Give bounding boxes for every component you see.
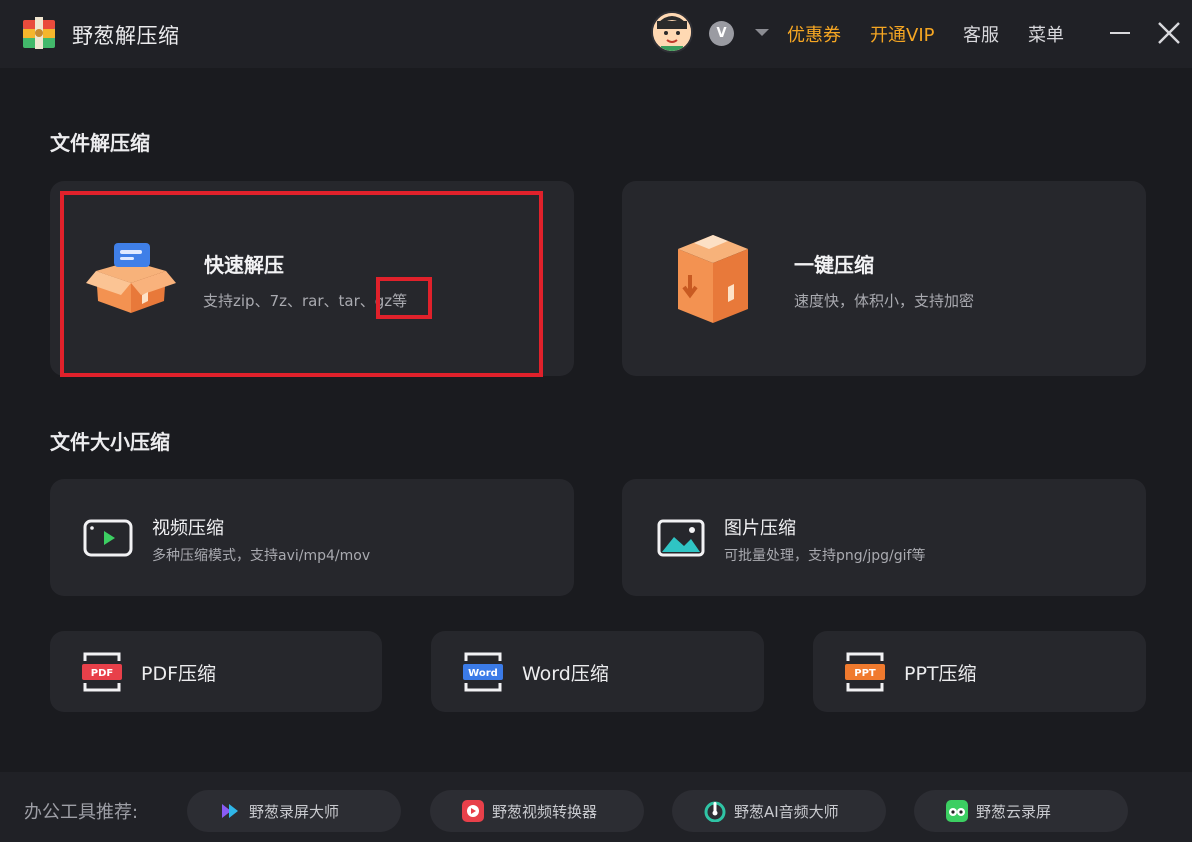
coupon-link[interactable]: 优惠券 — [787, 21, 841, 47]
tool-video-converter[interactable]: 野葱视频转换器 — [430, 790, 644, 832]
one-click-compress-card[interactable]: 一键压缩 速度快，体积小，支持加密 — [622, 181, 1146, 376]
app-title: 野葱解压缩 — [72, 24, 180, 48]
word-compress-title: Word压缩 — [522, 663, 609, 685]
screen-recorder-icon — [222, 804, 238, 818]
vip-level-badge[interactable]: V — [709, 21, 734, 46]
word-icon-text: Word — [468, 668, 498, 679]
pdf-icon-text: PDF — [91, 668, 113, 679]
pdf-compress-card[interactable]: PDF PDF压缩 — [50, 631, 382, 712]
word-compress-card[interactable]: Word Word压缩 — [431, 631, 764, 712]
ppt-compress-card[interactable]: PPT PPT压缩 — [813, 631, 1146, 712]
footer-bar: 办公工具推荐: 野葱录屏大师 野葱视频转换器 野葱AI音频大师 野葱云录屏 — [0, 772, 1192, 842]
section-title-size-compress: 文件大小压缩 — [50, 430, 170, 454]
one-click-compress-desc: 速度快，体积小，支持加密 — [794, 292, 975, 310]
tool-label: 野葱AI音频大师 — [734, 803, 839, 821]
ppt-icon: PPT — [845, 652, 885, 692]
video-compress-desc: 多种压缩模式，支持avi/mp4/mov — [152, 548, 371, 564]
video-converter-icon — [462, 800, 484, 822]
avatar-face-icon — [653, 13, 691, 51]
close-icon[interactable] — [1156, 20, 1182, 46]
footer-recommend-label: 办公工具推荐: — [24, 802, 139, 823]
quick-extract-desc: 支持zip、7z、rar、tar、gz等 — [203, 292, 408, 310]
ai-audio-icon — [704, 801, 726, 822]
image-icon — [657, 519, 705, 557]
quick-extract-card[interactable]: 快速解压 支持zip、7z、rar、tar、gz等 — [50, 181, 574, 376]
one-click-compress-title: 一键压缩 — [794, 253, 874, 277]
video-icon — [83, 519, 133, 557]
tool-label: 野葱录屏大师 — [249, 803, 340, 821]
tool-cloud-recorder[interactable]: 野葱云录屏 — [914, 790, 1128, 832]
image-compress-title: 图片压缩 — [724, 518, 796, 539]
user-avatar[interactable] — [651, 11, 693, 53]
tool-screen-recorder[interactable]: 野葱录屏大师 — [187, 790, 401, 832]
menu-link[interactable]: 菜单 — [1028, 21, 1064, 47]
word-icon: Word — [463, 652, 503, 692]
tool-ai-audio[interactable]: 野葱AI音频大师 — [672, 790, 886, 832]
app-logo-icon — [23, 17, 55, 49]
open-box-icon — [86, 243, 176, 313]
image-compress-card[interactable]: 图片压缩 可批量处理，支持png/jpg/gif等 — [622, 479, 1146, 596]
ppt-icon-text: PPT — [854, 668, 876, 679]
video-compress-title: 视频压缩 — [152, 518, 224, 539]
tool-label: 野葱云录屏 — [976, 803, 1052, 821]
cloud-recorder-icon — [946, 800, 968, 822]
ppt-compress-title: PPT压缩 — [904, 663, 977, 685]
title-bar: 野葱解压缩 V 优惠券 开通VIP 客服 菜单 — [0, 0, 1192, 68]
minimize-button[interactable] — [1110, 32, 1130, 34]
pdf-compress-title: PDF压缩 — [141, 663, 217, 685]
section-title-decompress: 文件解压缩 — [50, 131, 150, 155]
image-compress-desc: 可批量处理，支持png/jpg/gif等 — [724, 548, 926, 564]
pdf-icon: PDF — [82, 652, 122, 692]
customer-service-link[interactable]: 客服 — [963, 21, 999, 47]
video-compress-card[interactable]: 视频压缩 多种压缩模式，支持avi/mp4/mov — [50, 479, 574, 596]
account-dropdown-icon[interactable] — [755, 29, 769, 36]
closed-box-icon — [678, 235, 748, 323]
tool-label: 野葱视频转换器 — [492, 803, 598, 821]
quick-extract-title: 快速解压 — [204, 253, 284, 277]
open-vip-link[interactable]: 开通VIP — [870, 21, 934, 47]
